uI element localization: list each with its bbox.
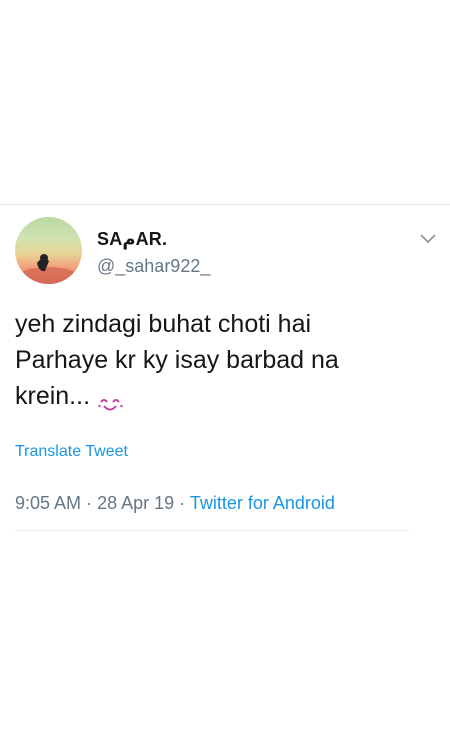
translate-tweet-link[interactable]: Translate Tweet [15,443,128,461]
tweet-page: SAمAR. @_sahar922_ yeh zindagi buhat cho… [0,0,450,739]
tweet-text-line-1: yeh zindagi buhat choti hai [15,310,312,338]
divider-bottom [15,530,410,531]
tweet-meta: 9:05 AM · 28 Apr 19 · Twitter for Androi… [15,493,335,514]
tweet-date: 28 Apr 19 [97,493,175,513]
meta-separator: · [86,493,93,513]
avatar-image [18,254,78,284]
divider-top [0,204,450,205]
chevron-down-icon[interactable] [418,230,438,246]
avatar[interactable] [15,217,82,284]
display-name[interactable]: SAمAR. [97,229,167,250]
tweet-time: 9:05 AM [15,493,82,513]
user-handle[interactable]: @_sahar922_ [97,256,210,277]
tweet-source-link[interactable]: Twitter for Android [190,493,335,513]
smiling-face-emoji-icon [98,388,124,411]
meta-separator: · [179,493,186,513]
tweet-text: yeh zindagi buhat choti hai Parhaye kr k… [15,306,435,414]
tweet-text-line-3: krein... [15,378,435,414]
tweet-text-line-2: Parhaye kr ky isay barbad na [15,346,339,374]
tweet-text-line-3-text: krein... [15,382,91,410]
